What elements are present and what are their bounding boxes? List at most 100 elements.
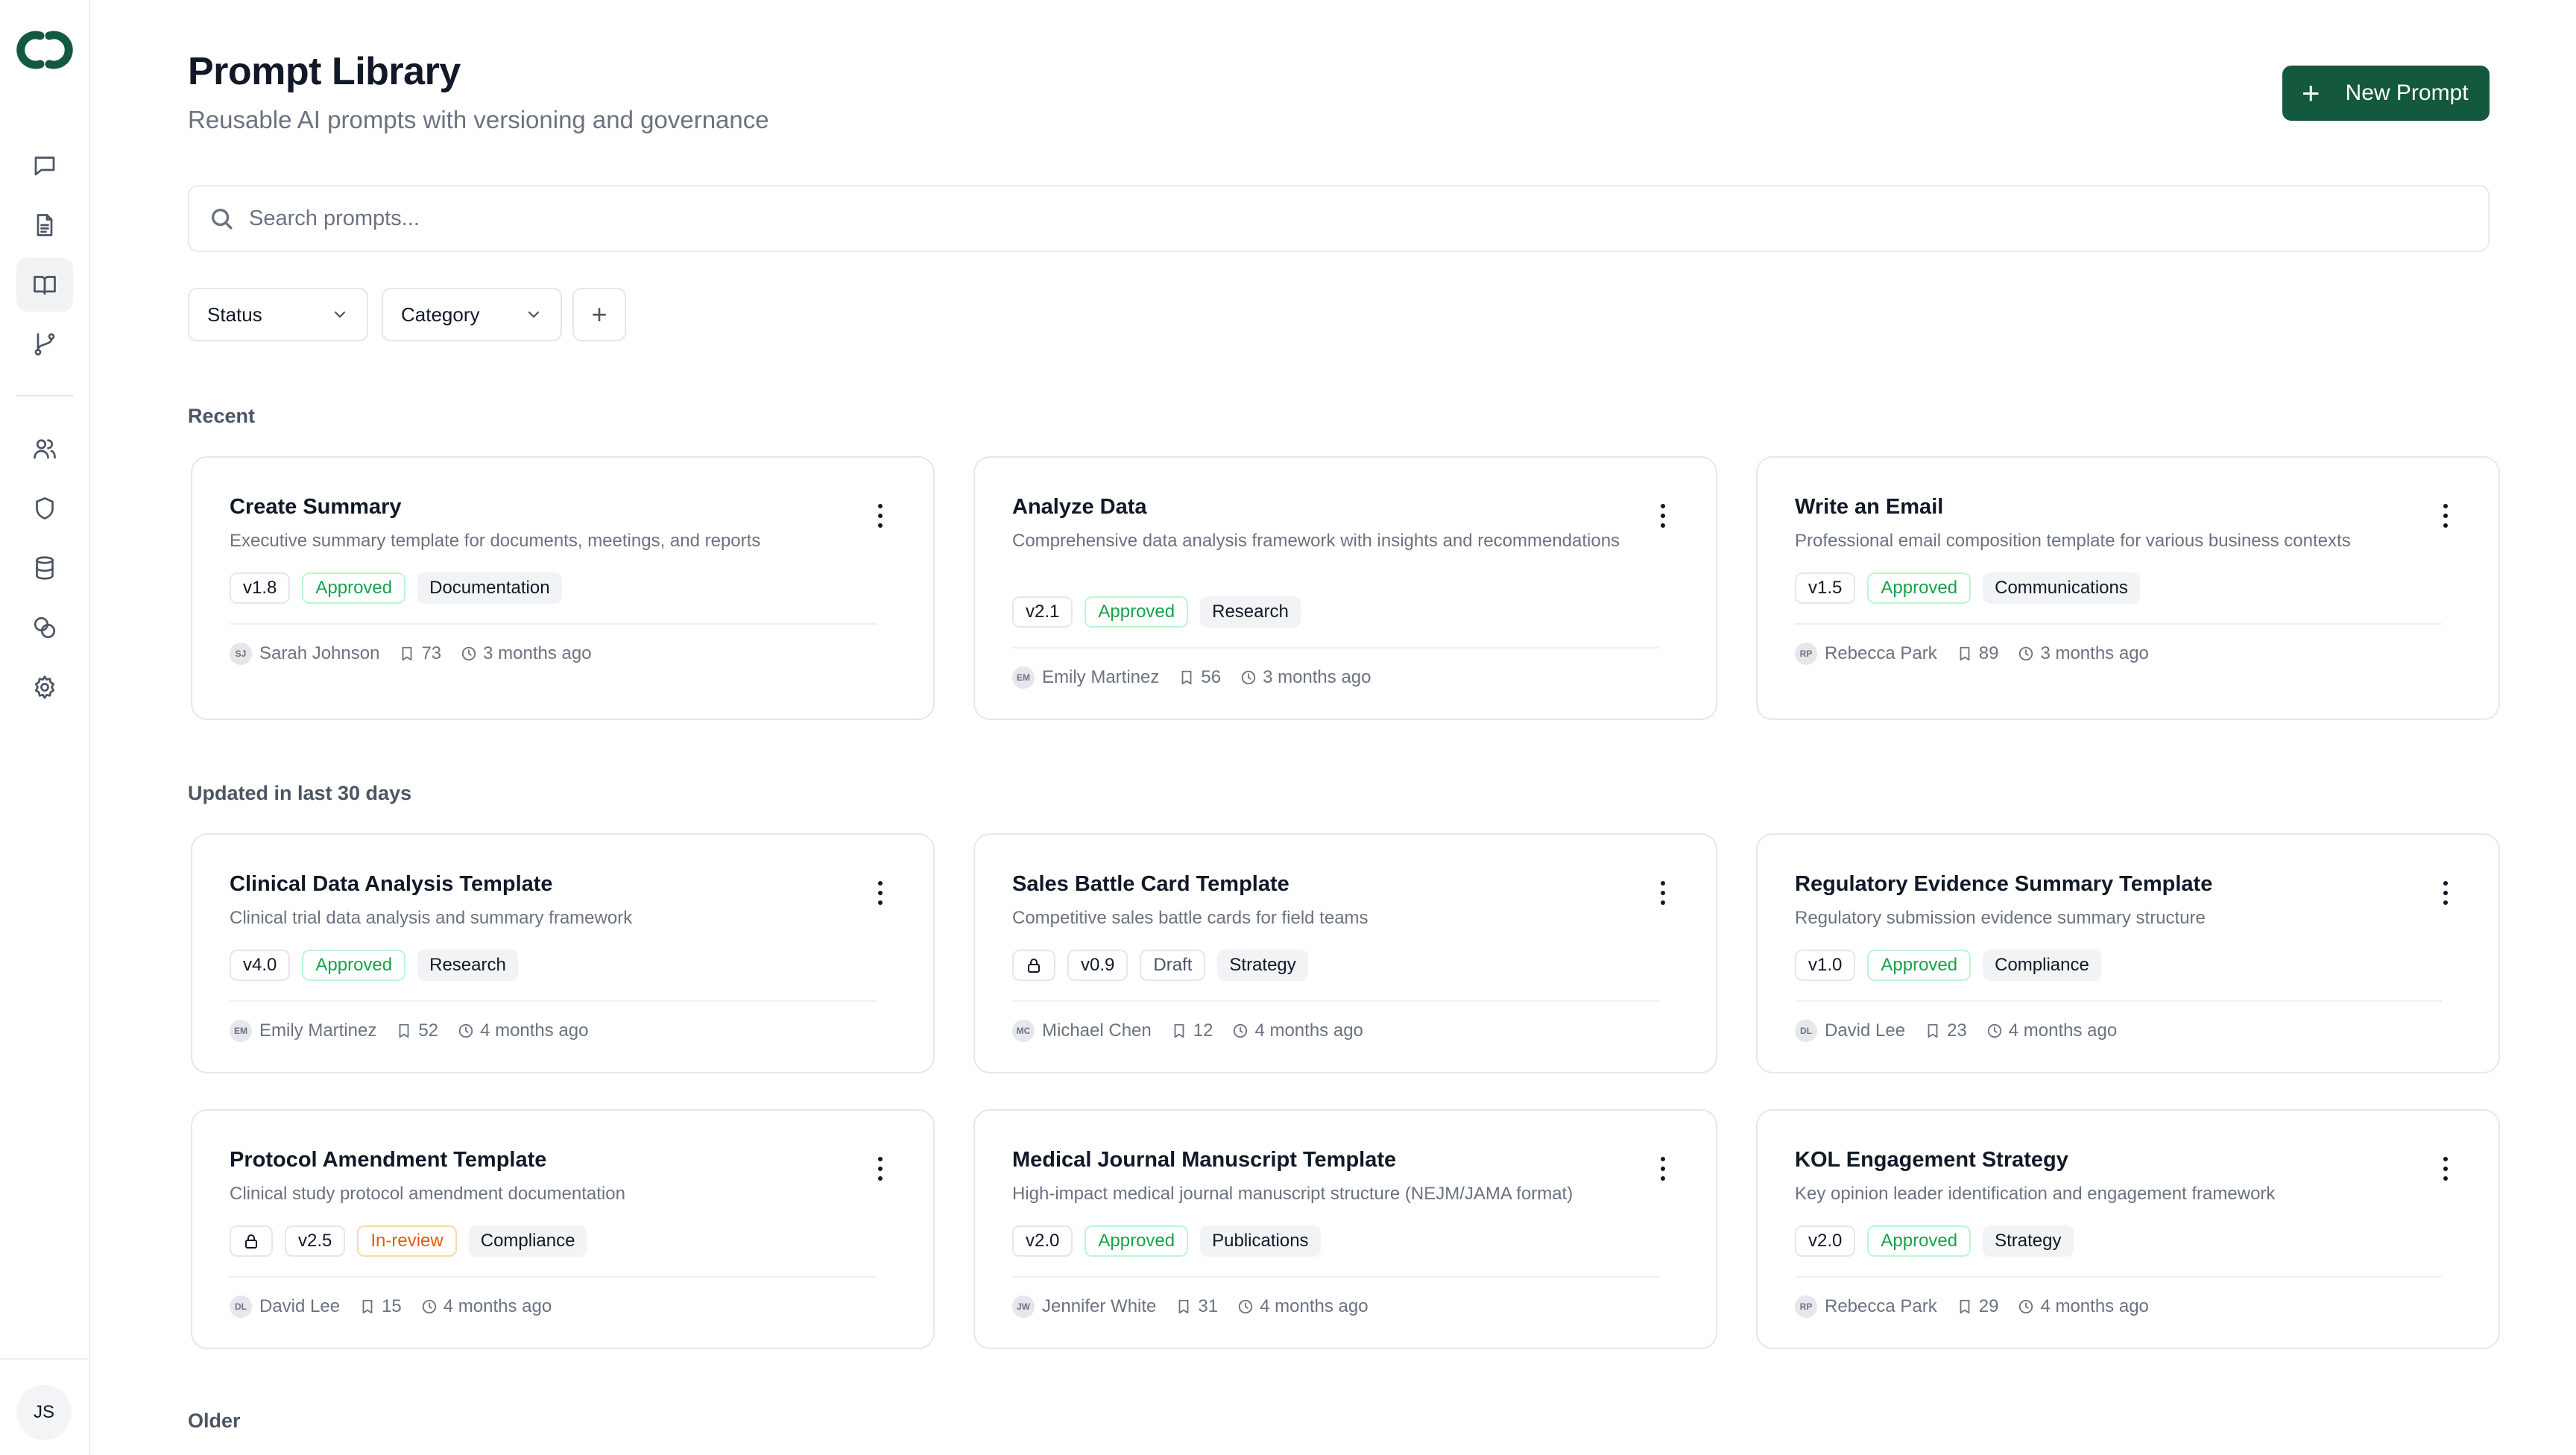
card-title[interactable]: Analyze Data [1012, 495, 1147, 520]
card-title[interactable]: Regulatory Evidence Summary Template [1795, 872, 2212, 897]
card-title[interactable]: Sales Battle Card Template [1012, 872, 1289, 897]
status-badge: Approved [1867, 950, 1972, 981]
card-divider [1012, 647, 1659, 648]
prompt-card[interactable]: Analyze Data Comprehensive data analysis … [973, 456, 1717, 720]
gear-icon [34, 675, 55, 699]
nav-governance[interactable] [16, 482, 73, 535]
author-avatar: RP [1795, 643, 1817, 665]
card-title[interactable]: Write an Email [1795, 495, 1943, 520]
usage-count: 52 [418, 1020, 439, 1041]
prompt-card[interactable]: Write an Email Professional email composi… [1756, 456, 2500, 720]
category-filter[interactable]: Category [382, 288, 562, 341]
card-description: High-impact medical journal manuscript s… [1012, 1184, 1573, 1204]
card-title[interactable]: Clinical Data Analysis Template [230, 872, 553, 897]
clock-icon [1237, 1298, 1260, 1315]
user-avatar[interactable]: JS [16, 1385, 72, 1440]
author-name: Rebecca Park [1825, 1296, 1937, 1316]
card-description: Clinical study protocol amendment docume… [230, 1184, 625, 1204]
nav-workflows[interactable] [16, 318, 73, 371]
coins-icon [34, 616, 56, 639]
clock-icon [421, 1298, 443, 1315]
more-options-icon[interactable] [877, 881, 884, 905]
author-avatar: EM [1012, 666, 1035, 689]
prompt-card[interactable]: KOL Engagement Strategy Key opinion leade… [1756, 1109, 2500, 1349]
nav-documents[interactable] [16, 198, 73, 252]
card-description: Regulatory submission evidence summary s… [1795, 908, 2206, 928]
more-options-icon[interactable] [1659, 1157, 1667, 1181]
more-options-icon[interactable] [2442, 881, 2449, 905]
prompt-card[interactable]: Regulatory Evidence Summary Template Regu… [1756, 833, 2500, 1073]
shield-icon [36, 497, 54, 520]
card-description: Key opinion leader identification and en… [1795, 1184, 2276, 1204]
card-divider [1795, 623, 2442, 625]
clock-icon [458, 1023, 480, 1039]
card-meta: RP Rebecca Park 89 3 months ago [1795, 643, 2168, 665]
card-meta: JW Jennifer White 31 4 months ago [1012, 1295, 1388, 1318]
prompt-card[interactable]: Create Summary Executive summary template… [191, 456, 935, 720]
page-subtitle: Reusable AI prompts with versioning and … [188, 106, 769, 133]
author-avatar: JW [1012, 1295, 1035, 1318]
more-options-icon[interactable] [1659, 881, 1667, 905]
author-name: Rebecca Park [1825, 643, 1937, 663]
card-meta: EM Emily Martinez 52 4 months ago [230, 1020, 608, 1042]
nav-users[interactable] [16, 422, 73, 476]
document-icon [37, 214, 53, 236]
card-description: Clinical trial data analysis and summary… [230, 908, 633, 928]
card-title[interactable]: Protocol Amendment Template [230, 1148, 546, 1172]
card-meta: RP Rebecca Park 29 4 months ago [1795, 1295, 2168, 1318]
version-badge: v1.8 [230, 572, 291, 604]
prompt-card[interactable]: Clinical Data Analysis Template Clinical … [191, 833, 935, 1073]
card-tags: v2.1 Approved Research [1012, 596, 1301, 628]
more-options-icon[interactable] [2442, 1157, 2449, 1181]
clock-icon [2018, 1298, 2040, 1315]
section-updated-label: Updated in last 30 days [188, 782, 412, 804]
search-bar[interactable] [188, 185, 2490, 252]
card-title[interactable]: Create Summary [230, 495, 402, 520]
add-filter-button[interactable]: + [572, 288, 626, 341]
clock-icon [1986, 1023, 2009, 1039]
version-badge: v2.0 [1012, 1225, 1073, 1257]
author-name: Emily Martinez [259, 1020, 377, 1041]
card-tags: v1.0 Approved Compliance [1795, 950, 2101, 981]
usage-count: 15 [382, 1296, 402, 1316]
more-options-icon[interactable] [877, 1157, 884, 1181]
users-icon [34, 439, 56, 459]
card-description: Competitive sales battle cards for field… [1012, 908, 1368, 928]
author-avatar: MC [1012, 1020, 1035, 1042]
updated-time: 4 months ago [1260, 1296, 1368, 1316]
book-open-icon [34, 276, 56, 295]
author-avatar: DL [1795, 1020, 1817, 1042]
usage-count: 29 [1978, 1296, 1999, 1316]
bookmark-icon [1175, 1298, 1198, 1315]
status-badge: In-review [357, 1225, 457, 1257]
prompt-card[interactable]: Protocol Amendment Template Clinical stud… [191, 1109, 935, 1349]
prompt-card[interactable]: Sales Battle Card Template Competitive sa… [973, 833, 1717, 1073]
updated-time: 4 months ago [480, 1020, 589, 1041]
updated-time: 3 months ago [483, 643, 592, 663]
card-title[interactable]: KOL Engagement Strategy [1795, 1148, 2068, 1172]
nav-separator [16, 395, 73, 397]
nav-data[interactable] [16, 541, 73, 595]
more-options-icon[interactable] [2442, 504, 2449, 528]
status-filter[interactable]: Status [188, 288, 368, 341]
database-icon [36, 556, 54, 580]
more-options-icon[interactable] [1659, 504, 1667, 528]
new-prompt-label: New Prompt [2345, 81, 2469, 105]
nav-settings[interactable] [16, 660, 73, 714]
usage-count: 56 [1201, 667, 1222, 687]
brand-logo[interactable] [12, 27, 78, 73]
nav-chat[interactable] [16, 139, 73, 192]
card-title[interactable]: Medical Journal Manuscript Template [1012, 1148, 1396, 1172]
nav-billing[interactable] [16, 601, 73, 654]
prompt-card[interactable]: Medical Journal Manuscript Template High-… [973, 1109, 1717, 1349]
new-prompt-button[interactable]: + New Prompt [2282, 66, 2490, 121]
nav-prompt-library[interactable] [16, 258, 73, 312]
card-divider [230, 623, 877, 625]
search-input[interactable] [249, 206, 2411, 231]
card-divider [1795, 1000, 2442, 1002]
version-badge: v2.0 [1795, 1225, 1856, 1257]
card-divider [230, 1276, 877, 1278]
more-options-icon[interactable] [877, 504, 884, 528]
card-description: Executive summary template for documents… [230, 531, 761, 551]
status-badge: Approved [302, 950, 406, 981]
